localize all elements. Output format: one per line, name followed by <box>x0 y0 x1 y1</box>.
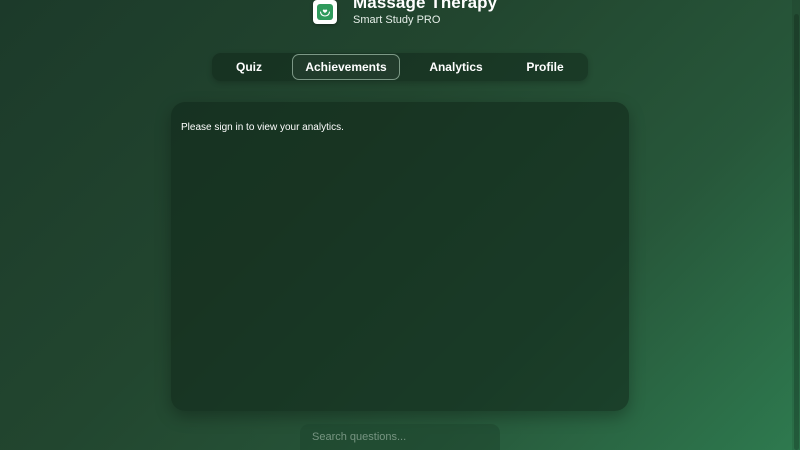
hands-heart-icon <box>317 4 333 20</box>
app-header: Massage Therapy Smart Study PRO <box>313 0 497 26</box>
app-subtitle: Smart Study PRO <box>353 14 441 26</box>
main-nav: Quiz Achievements Analytics Profile <box>212 53 588 81</box>
app-titles: Massage Therapy Smart Study PRO <box>353 0 497 26</box>
app-logo <box>313 0 337 24</box>
tab-analytics[interactable]: Analytics <box>416 54 496 80</box>
content-panel: Please sign in to view your analytics. <box>171 102 629 411</box>
tab-profile[interactable]: Profile <box>512 54 578 80</box>
scrollbar-thumb[interactable] <box>794 14 799 450</box>
sign-in-message: Please sign in to view your analytics. <box>181 122 344 133</box>
tab-achievements[interactable]: Achievements <box>292 54 400 80</box>
search-input[interactable] <box>300 424 500 450</box>
app-title: Massage Therapy <box>353 0 498 12</box>
tab-quiz[interactable]: Quiz <box>221 54 277 80</box>
page-scrollbar[interactable] <box>792 0 800 450</box>
